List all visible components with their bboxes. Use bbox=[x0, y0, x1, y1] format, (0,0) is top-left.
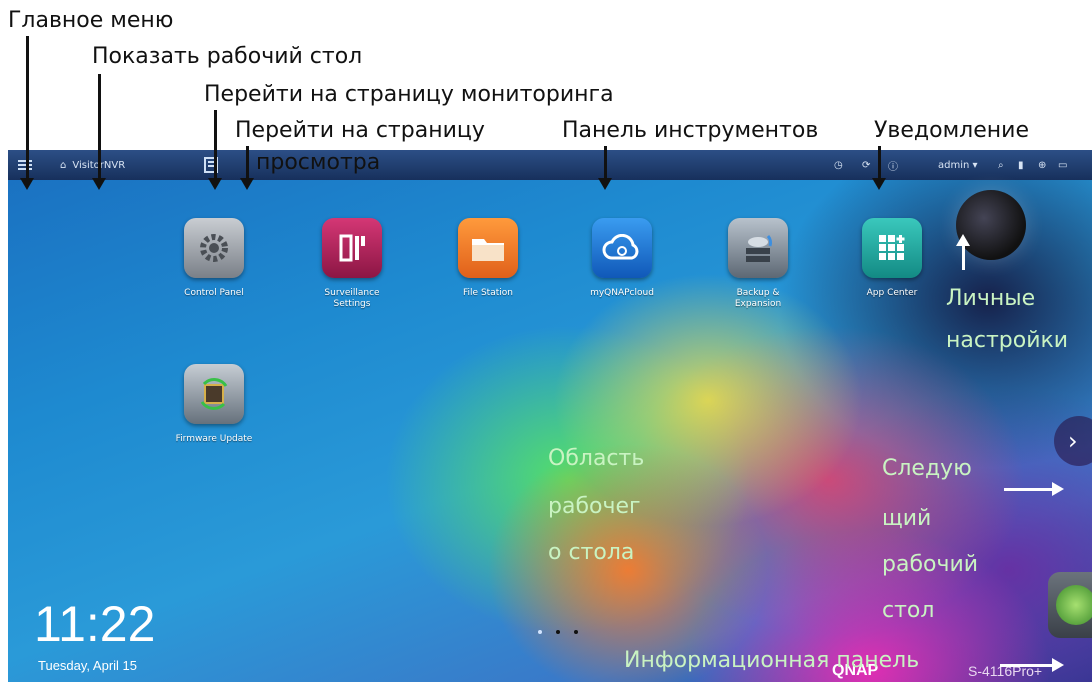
notification-icon[interactable]: ⟳ bbox=[862, 150, 870, 180]
annotation-toolbar: Панель инструментов bbox=[562, 118, 819, 143]
chevron-right-icon: › bbox=[1068, 427, 1078, 455]
dashboard-gauge-icon[interactable] bbox=[1048, 572, 1092, 638]
backup-icon bbox=[728, 218, 788, 278]
arrow-next-desktop bbox=[1004, 482, 1064, 496]
chip-icon bbox=[184, 364, 244, 424]
home-icon: ⌂ bbox=[60, 159, 67, 171]
arrow-notification bbox=[872, 146, 886, 190]
annotation-notification: Уведомление bbox=[874, 118, 1029, 143]
folder-icon bbox=[458, 218, 518, 278]
screen-icon[interactable]: ▭ bbox=[1058, 150, 1067, 180]
app-control-panel[interactable]: Control Panel bbox=[134, 218, 294, 299]
show-desktop-button[interactable]: ⌂ VisitorNVR bbox=[60, 150, 125, 180]
desktop-page-dots bbox=[538, 630, 578, 634]
page-dot[interactable] bbox=[556, 630, 560, 634]
app-label: Control Panel bbox=[184, 288, 244, 298]
page-dot[interactable] bbox=[538, 630, 542, 634]
next-desktop-button[interactable]: › bbox=[1054, 416, 1092, 466]
search-icon[interactable]: ⌕ bbox=[998, 150, 1004, 180]
annotation-monitoring-page: Перейти на страницу мониторинга bbox=[204, 82, 614, 107]
app-label: Firmware Update bbox=[175, 434, 253, 444]
main-menu-icon[interactable] bbox=[18, 150, 32, 180]
annotation-main-menu: Главное меню bbox=[8, 8, 174, 33]
annotation-next-desktop-3: рабочий bbox=[882, 552, 979, 577]
annotation-view-page-2: просмотра bbox=[256, 150, 381, 175]
annotation-show-desktop: Показать рабочий стол bbox=[92, 44, 363, 69]
arrow-monitoring-page bbox=[208, 110, 222, 190]
user-menu[interactable]: admin ▾ bbox=[938, 150, 978, 180]
annotation-next-desktop-2: щий bbox=[882, 506, 932, 531]
gear-icon bbox=[184, 218, 244, 278]
app-label: Surveillance Settings bbox=[324, 288, 380, 309]
grid-icon bbox=[862, 218, 922, 278]
annotation-desktop-area-2: рабочег bbox=[548, 494, 641, 519]
refresh-icon[interactable]: ◷ bbox=[834, 150, 843, 180]
annotation-desktop-area-3: о стола bbox=[548, 540, 635, 565]
tools-icon bbox=[322, 218, 382, 278]
top-bar: ⌂ VisitorNVR ◷ ⟳ ⓘ admin ▾ ⌕ ▮ ⊕ ▭ bbox=[8, 150, 1092, 180]
cloud-icon bbox=[592, 218, 652, 278]
globe-icon[interactable]: ⊕ bbox=[1038, 150, 1046, 180]
arrow-toolbar bbox=[598, 146, 612, 190]
app-label: Backup & Expansion bbox=[734, 288, 782, 309]
annotation-personal-settings-2: настройки bbox=[946, 328, 1069, 353]
page-dot[interactable] bbox=[574, 630, 578, 634]
clock-date: Tuesday, April 15 bbox=[38, 658, 137, 673]
annotation-next-desktop: Следую bbox=[882, 456, 972, 481]
annotation-next-desktop-4: стол bbox=[882, 598, 935, 623]
arrow-show-desktop bbox=[92, 74, 106, 190]
clock-time: 11:22 bbox=[34, 596, 156, 652]
info-icon[interactable]: ⓘ bbox=[888, 150, 898, 180]
annotation-view-page: Перейти на страницу bbox=[235, 118, 485, 143]
arrow-view-page bbox=[240, 146, 254, 190]
annotation-desktop-area: Область bbox=[548, 446, 645, 471]
app-firmware-update[interactable]: Firmware Update bbox=[134, 364, 294, 445]
annotation-personal-settings: Личные bbox=[946, 286, 1036, 311]
arrow-personal-settings bbox=[956, 234, 970, 270]
arrow-info-panel bbox=[1000, 658, 1064, 672]
arrow-main-menu bbox=[20, 36, 34, 190]
annotation-info-panel: Информационная панель bbox=[624, 648, 920, 673]
resource-monitor-icon[interactable]: ▮ bbox=[1018, 150, 1024, 180]
